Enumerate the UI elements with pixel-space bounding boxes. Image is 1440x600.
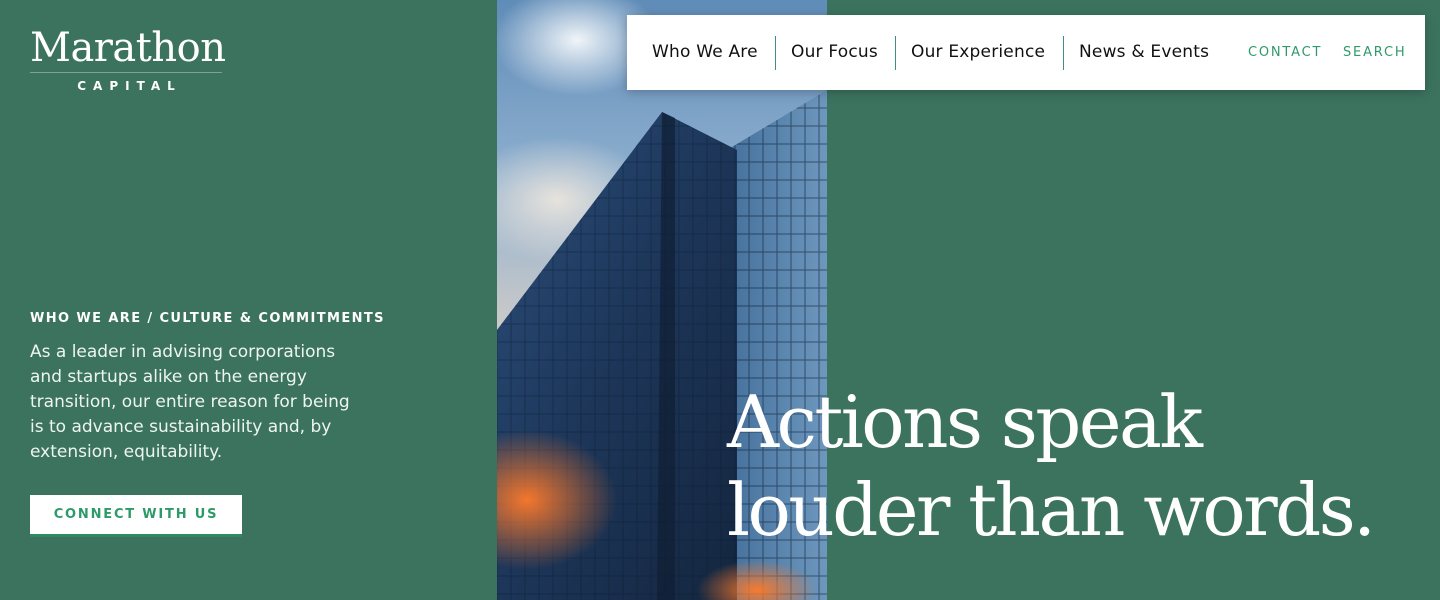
connect-with-us-button[interactable]: CONNECT WITH US xyxy=(30,495,242,537)
nav-news-events[interactable]: News & Events xyxy=(1079,15,1209,90)
nav-divider xyxy=(775,36,776,70)
brand-logo[interactable]: Marathon CAPITAL xyxy=(30,25,226,93)
contact-link[interactable]: CONTACT xyxy=(1248,15,1322,90)
logo-tagline: CAPITAL xyxy=(77,79,182,93)
intro-paragraph: As a leader in advising corporations and… xyxy=(30,342,350,462)
nav-divider xyxy=(1063,36,1064,70)
section-breadcrumb: WHO WE ARE / CULTURE & COMMITMENTS xyxy=(30,311,385,326)
nav-who-we-are[interactable]: Who We Are xyxy=(652,15,758,90)
main-navigation: Who We Are Our Focus Our Experience News… xyxy=(627,15,1425,90)
logo-wordmark: Marathon xyxy=(30,25,226,71)
nav-our-experience[interactable]: Our Experience xyxy=(911,15,1045,90)
hero-headline: Actions speak louder than words. xyxy=(727,378,1376,554)
hero-headline-line-1: Actions speak xyxy=(727,380,1203,464)
search-link[interactable]: SEARCH xyxy=(1343,15,1406,90)
hero-headline-line-2: louder than words. xyxy=(727,468,1376,552)
logo-divider xyxy=(30,72,222,73)
nav-our-focus[interactable]: Our Focus xyxy=(791,15,878,90)
nav-divider xyxy=(895,36,896,70)
